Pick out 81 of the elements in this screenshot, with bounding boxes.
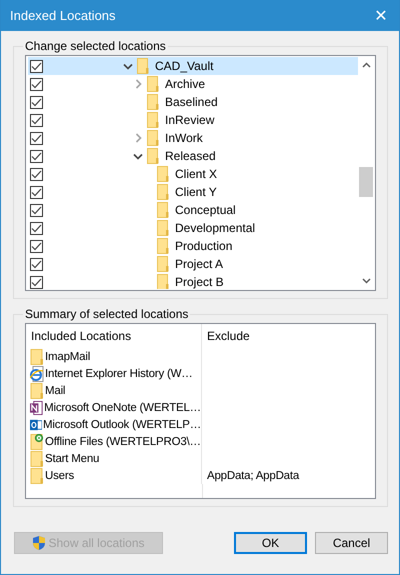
column-header[interactable]: Included Locations [26, 324, 202, 348]
checkbox[interactable] [30, 96, 43, 108]
globe-e-icon [30, 366, 44, 382]
tree-row[interactable]: Archive [28, 75, 358, 93]
dialog-button[interactable]: Cancel [315, 532, 388, 554]
tree-row[interactable]: Developmental [28, 219, 358, 237]
folder-icon [157, 238, 169, 254]
checkbox[interactable] [30, 276, 43, 288]
folder-name: Released [165, 149, 216, 163]
checkbox[interactable] [30, 132, 43, 144]
folder-icon [157, 256, 169, 272]
tree-row[interactable]: Baselined [28, 93, 358, 111]
folder-name: InReview [165, 113, 214, 127]
group-title: Summary of selected locations [24, 307, 190, 321]
tree-row[interactable]: Conceptual [28, 201, 358, 219]
window-title: Indexed Locations [10, 8, 116, 23]
folder-name: Archive [165, 77, 206, 91]
column-header[interactable]: Exclude [202, 324, 375, 348]
folder-icon [157, 274, 169, 289]
folder-icon [30, 382, 44, 398]
tree-row[interactable]: InWork [28, 129, 358, 147]
folder-icon [157, 202, 169, 218]
location-name: Users [45, 470, 74, 482]
sync-folder-icon [30, 434, 44, 450]
checkbox[interactable] [30, 114, 43, 126]
location-name: Internet Explorer History (W… [45, 368, 193, 380]
checkbox[interactable] [30, 240, 43, 252]
scroll-up-icon[interactable] [362, 62, 370, 68]
folder-icon [147, 94, 159, 110]
tree-row[interactable]: CAD_Vault [28, 57, 358, 75]
group-title: Change selected locations [24, 39, 167, 53]
tree-row[interactable]: Released [28, 147, 358, 165]
folder-icon [30, 468, 44, 484]
checkbox[interactable] [30, 60, 43, 72]
tree-row[interactable]: InReview [28, 111, 358, 129]
scroll-thumb[interactable] [359, 167, 373, 197]
folder-name: Client Y [175, 185, 217, 199]
tree-row[interactable]: Client Y [28, 183, 358, 201]
folder-name: CAD_Vault [155, 59, 214, 73]
checkbox[interactable] [30, 204, 43, 216]
checkbox[interactable] [30, 150, 43, 162]
folder-icon [157, 184, 169, 200]
folder-name: Baselined [165, 95, 218, 109]
location-name: Microsoft OneNote (WERTEL… [44, 402, 201, 414]
folder-icon [30, 348, 44, 364]
folder-icon [147, 76, 159, 92]
notebook-n-icon [30, 400, 44, 416]
folder-name: Developmental [175, 221, 256, 235]
dialog-button[interactable]: OK [234, 532, 307, 554]
folder-name: Client X [175, 167, 218, 181]
folder-name: Production [175, 239, 232, 253]
folder-icon [157, 166, 169, 182]
folder-icon [147, 148, 159, 164]
scroll-down-icon[interactable] [362, 278, 370, 284]
chevron-down-icon[interactable] [123, 62, 133, 70]
folder-name: Project A [175, 257, 224, 271]
tree-row[interactable]: Production [28, 237, 358, 255]
folder-name: InWork [165, 131, 203, 145]
location-name: Offline Files (WERTELPRO3\… [45, 436, 201, 448]
location-name: Microsoft Outlook (WERTELP… [43, 418, 201, 430]
location-name: ImapMail [45, 350, 90, 362]
folder-icon [30, 450, 44, 466]
folder-icon [137, 58, 149, 74]
folder-name: Project B [175, 275, 224, 289]
tree-row[interactable]: Project A [28, 255, 358, 273]
folder-icon [147, 130, 159, 146]
folder-name: Conceptual [175, 203, 236, 217]
exclude-text: AppData; AppData [207, 470, 300, 482]
checkbox[interactable] [30, 258, 43, 270]
checkbox[interactable] [30, 78, 43, 90]
location-name: Mail [45, 384, 66, 396]
tree-row[interactable]: Client X [28, 165, 358, 183]
checkbox[interactable] [30, 168, 43, 180]
chevron-down-icon[interactable] [133, 152, 143, 160]
folder-icon [147, 112, 159, 128]
folder-icon [157, 220, 169, 236]
tree-row[interactable]: Project B [28, 273, 358, 289]
checkbox[interactable] [30, 186, 43, 198]
close-button[interactable]: ✕ [363, 0, 399, 31]
checkbox[interactable] [30, 222, 43, 234]
location-name: Start Menu [45, 452, 100, 464]
